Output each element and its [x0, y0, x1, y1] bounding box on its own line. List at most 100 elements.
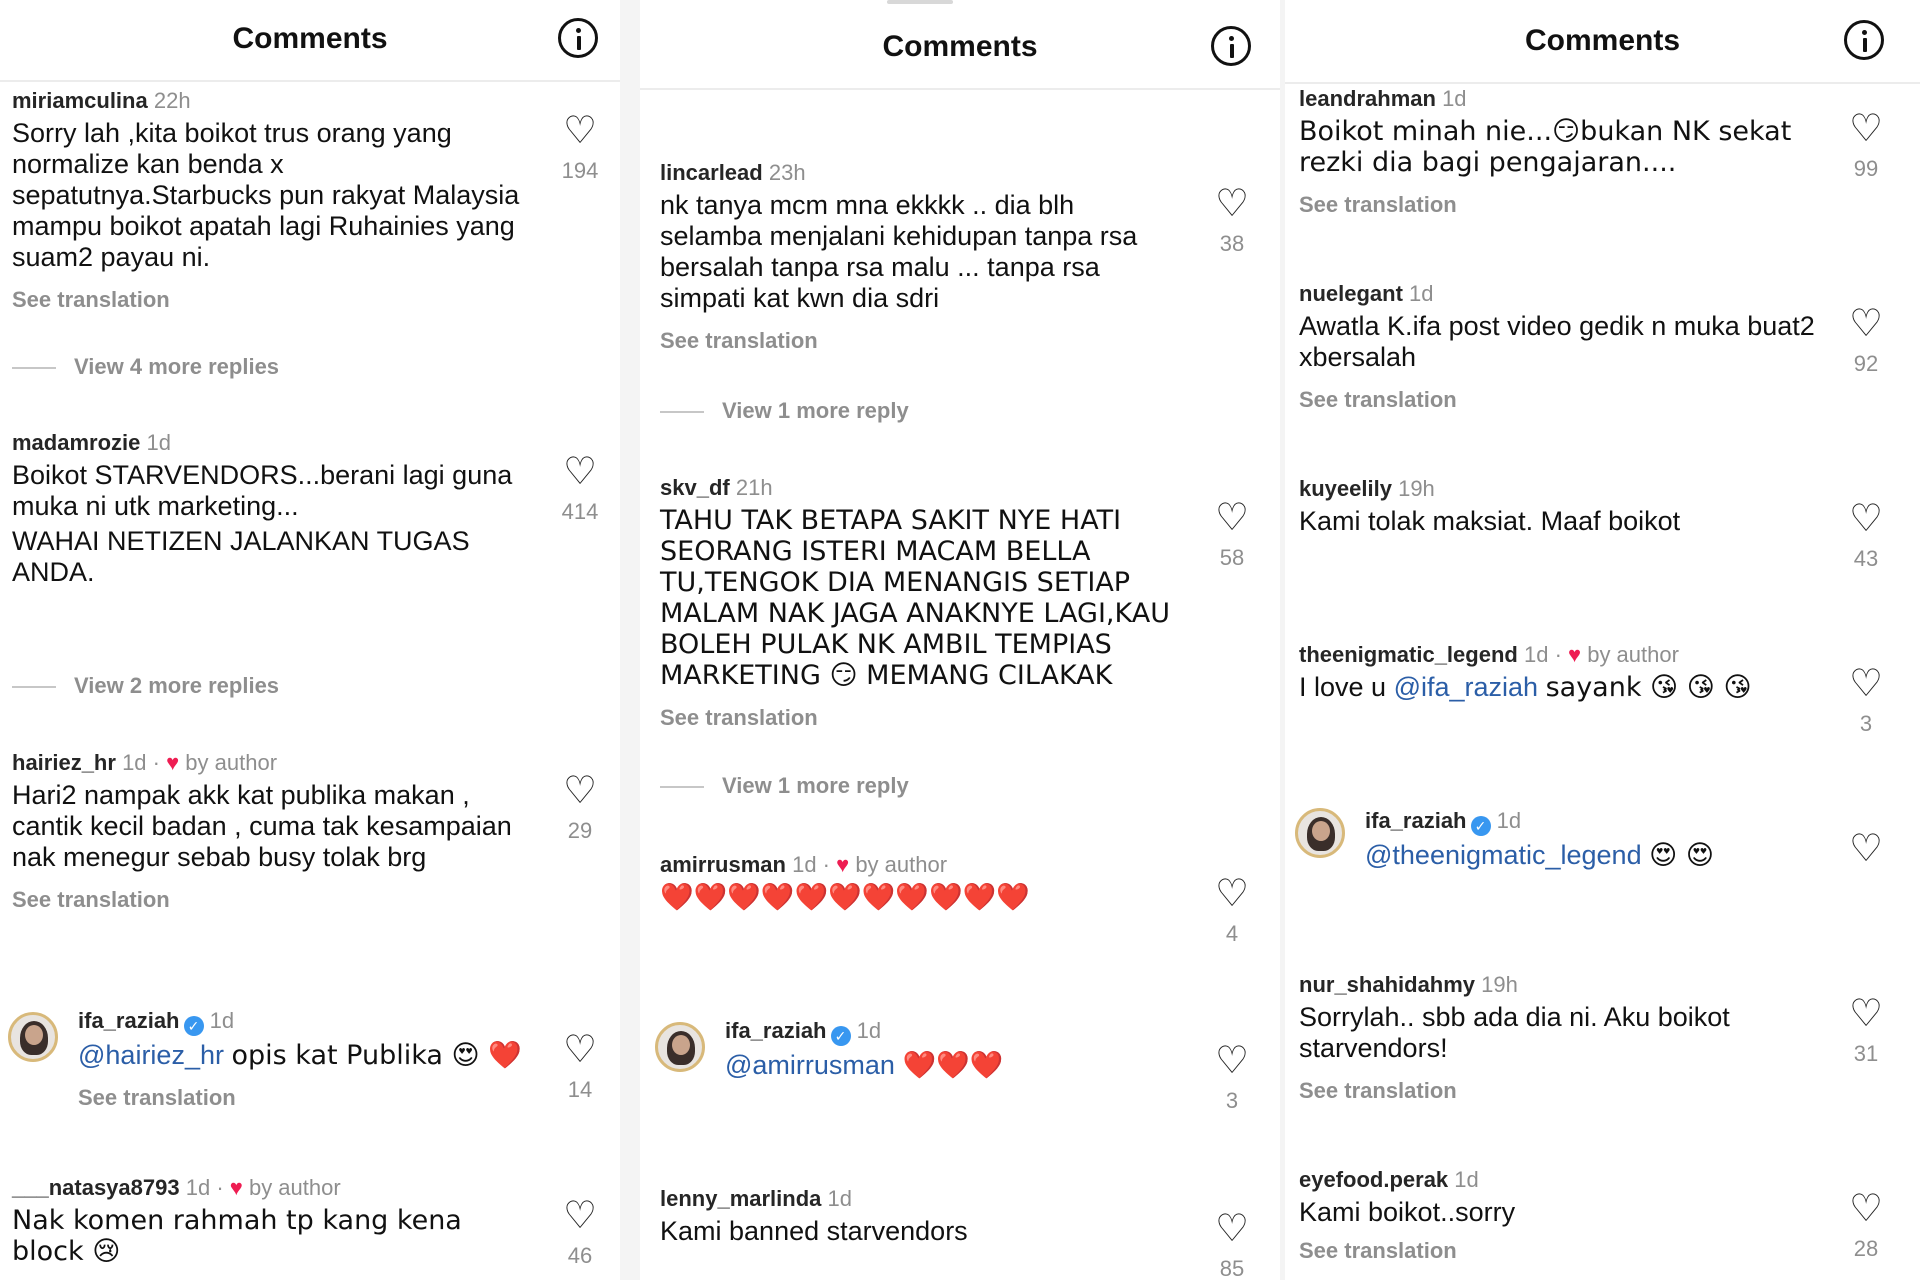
see-translation-link[interactable]: See translation — [660, 705, 1180, 731]
like-button[interactable]: ♡ 46 — [555, 1197, 605, 1269]
see-translation-link[interactable]: See translation — [1299, 1238, 1830, 1264]
comment-username[interactable]: eyefood.perak — [1299, 1167, 1448, 1192]
view-more-replies[interactable]: View 1 more reply — [660, 773, 909, 799]
info-icon[interactable] — [1844, 20, 1884, 60]
like-button[interactable]: ♡ 58 — [1207, 499, 1257, 571]
see-translation-link[interactable]: See translation — [1299, 387, 1830, 413]
heart-outline-icon: ♡ — [1848, 498, 1884, 540]
like-button[interactable]: ♡ 29 — [555, 772, 605, 844]
comment-item: theenigmatic_legend 1d · ♥ by author I l… — [1299, 642, 1752, 703]
like-button[interactable]: ♡ 194 — [555, 112, 605, 184]
comment-item: madamrozie 1d Boikot STARVENDORS...beran… — [12, 430, 530, 588]
heart-filled-icon: ♥ — [1568, 642, 1582, 667]
comment-username[interactable]: theenigmatic_legend — [1299, 642, 1518, 667]
verified-badge-icon: ✓ — [1470, 816, 1491, 836]
see-translation-link[interactable]: See translation — [12, 887, 530, 913]
like-button[interactable]: ♡ 31 — [1841, 995, 1891, 1067]
comment-item: skv_df 21h TAHU TAK BETAPA SAKIT NYE HAT… — [660, 475, 1180, 731]
info-icon[interactable] — [558, 18, 598, 58]
mention-link[interactable]: @theenigmatic_legend — [1365, 840, 1642, 870]
like-button[interactable]: ♡ 92 — [1841, 305, 1891, 377]
heart-outline-icon: ♡ — [1214, 497, 1250, 539]
comment-time: 1d — [122, 750, 147, 775]
avatar[interactable] — [8, 1012, 58, 1062]
comment-item: eyefood.perak 1d Kami boikot..sorry See … — [1299, 1167, 1830, 1264]
like-button[interactable]: ♡ 85 — [1207, 1210, 1257, 1280]
like-count: 3 — [1225, 1088, 1239, 1113]
heart-filled-icon: ♥ — [229, 1175, 243, 1200]
like-button[interactable]: ♡ — [1841, 830, 1891, 868]
comment-text: Boikot minah nie...😏bukan NK sekat rezki… — [1299, 116, 1792, 178]
see-translation-link[interactable]: See translation — [12, 287, 530, 313]
like-button[interactable]: ♡ 14 — [555, 1031, 605, 1103]
view-more-replies[interactable]: View 2 more replies — [12, 673, 279, 699]
mention-link[interactable]: @ifa_raziah — [1394, 672, 1538, 702]
heart-filled-icon: ♥ — [166, 750, 180, 775]
page-title: Comments — [882, 30, 1038, 63]
comment-username[interactable]: ifa_raziah — [78, 1008, 180, 1033]
heart-outline-icon: ♡ — [562, 451, 598, 493]
comment-time: 1d — [185, 1175, 211, 1200]
see-translation-link[interactable]: See translation — [78, 1085, 530, 1111]
like-button[interactable]: ♡ 43 — [1841, 500, 1891, 572]
drag-handle[interactable] — [887, 0, 953, 4]
panel-divider — [620, 0, 640, 1280]
comment-text: Nak komen rahmah tp kang kena block 😢 — [12, 1205, 462, 1267]
heart-outline-icon: ♡ — [562, 770, 598, 812]
like-button[interactable]: ♡ 3 — [1841, 665, 1891, 737]
comment-text: ❤️❤️❤️❤️❤️❤️❤️❤️❤️❤️❤️ — [660, 882, 1030, 913]
view-more-replies-label: View 4 more replies — [74, 354, 280, 379]
like-count: 85 — [1219, 1256, 1245, 1280]
like-button[interactable]: ♡ 28 — [1841, 1190, 1891, 1262]
like-count: 38 — [1219, 231, 1245, 256]
mention-link[interactable]: @hairiez_hr — [78, 1040, 224, 1070]
see-translation-link[interactable]: See translation — [1299, 192, 1830, 218]
avatar[interactable] — [655, 1022, 705, 1072]
comment-username[interactable]: nuelegant — [1299, 281, 1403, 306]
comments-header: Comments — [0, 0, 620, 82]
see-translation-link[interactable]: See translation — [660, 328, 1180, 354]
comments-panel-1: Comments miriamculina 22h Sorry lah ,kit… — [0, 0, 620, 1280]
view-more-replies[interactable]: View 1 more reply — [660, 398, 909, 424]
comment-text: ❤️❤️❤️ — [902, 1050, 1004, 1081]
comment-username[interactable]: kuyeelily — [1299, 476, 1392, 501]
like-button[interactable]: ♡ 4 — [1207, 875, 1257, 947]
comment-username[interactable]: ifa_raziah — [725, 1018, 827, 1043]
like-button[interactable]: ♡ 38 — [1207, 185, 1257, 257]
info-icon[interactable] — [1211, 26, 1251, 66]
comment-text: Kami banned starvendors — [660, 1216, 968, 1246]
comment-username[interactable]: miriamculina — [12, 88, 148, 113]
page-title: Comments — [232, 22, 388, 55]
mention-link[interactable]: @amirrusman — [725, 1050, 895, 1080]
comment-text: Hari2 nampak akk kat publika makan , can… — [12, 780, 512, 872]
heart-outline-icon: ♡ — [1848, 663, 1884, 705]
comments-header: Comments — [640, 8, 1280, 90]
like-button[interactable]: ♡ 99 — [1841, 110, 1891, 182]
comment-time: 1d — [1454, 1167, 1479, 1192]
comment-username[interactable]: ifa_raziah — [1365, 808, 1467, 833]
like-count: 92 — [1853, 351, 1879, 376]
comment-time: 1d — [1523, 642, 1549, 667]
avatar[interactable] — [1295, 808, 1345, 858]
like-button[interactable]: ♡ 414 — [555, 453, 605, 525]
view-more-replies[interactable]: View 4 more replies — [12, 354, 279, 380]
comment-time: 19h — [1398, 476, 1435, 501]
comment-item: hairiez_hr 1d · ♥ by author Hari2 nampak… — [12, 750, 530, 913]
comment-username[interactable]: amirrusman — [660, 852, 786, 877]
comment-text: nk tanya mcm mna ekkkk .. dia blh selamb… — [660, 190, 1138, 313]
reply-item: ifa_raziah ✓ 1d @hairiez_hr opis kat Publ… — [78, 1008, 530, 1111]
comment-username[interactable]: lincarlead — [660, 160, 763, 185]
comment-text: Awatla K.ifa post video gedik n muka bua… — [1299, 311, 1815, 372]
comment-username[interactable]: lenny_marlinda — [660, 1186, 821, 1211]
like-button[interactable]: ♡ 3 — [1207, 1042, 1257, 1114]
comment-username[interactable]: ___natasya8793 — [12, 1175, 180, 1200]
comment-item: nuelegant 1d Awatla K.ifa post video ged… — [1299, 281, 1830, 413]
comment-text-line2: WAHAI NETIZEN JALANKAN TUGAS ANDA. — [12, 526, 470, 587]
comment-username[interactable]: madamrozie — [12, 430, 140, 455]
comment-username[interactable]: nur_shahidahmy — [1299, 972, 1475, 997]
comment-username[interactable]: leandrahman — [1299, 86, 1436, 111]
comment-username[interactable]: skv_df — [660, 475, 730, 500]
see-translation-link[interactable]: See translation — [1299, 1078, 1830, 1104]
comment-username[interactable]: hairiez_hr — [12, 750, 116, 775]
heart-outline-icon: ♡ — [1214, 1040, 1250, 1082]
